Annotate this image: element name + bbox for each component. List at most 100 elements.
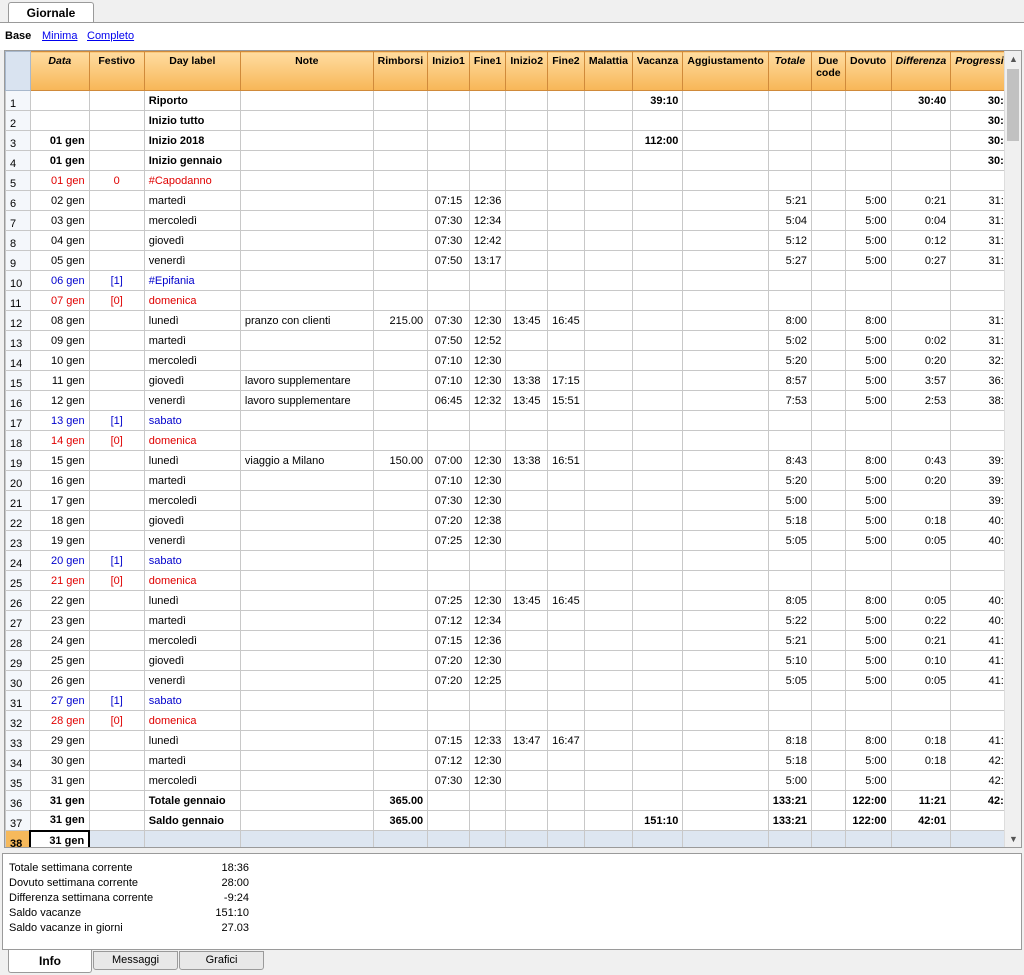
cell-totale[interactable] [767,430,813,451]
cell-fine2[interactable] [547,690,585,711]
cell-fine2[interactable] [547,470,585,491]
cell-totale[interactable] [767,150,813,171]
cell-totale[interactable]: 5:10 [767,650,813,671]
cell-due-code[interactable] [811,510,846,531]
cell-differenza[interactable] [890,690,952,711]
cell-inizio2[interactable] [505,170,549,191]
cell-aggiustamento[interactable] [682,770,769,791]
cell-fine2[interactable] [547,430,585,451]
cell-data[interactable]: 25 gen [29,650,90,671]
cell-fine1[interactable] [468,130,507,151]
cell-totale[interactable]: 8:43 [767,450,813,471]
cell-festivo[interactable]: [0] [88,290,145,311]
cell-aggiustamento[interactable] [682,610,769,631]
cell-rimborsi[interactable] [372,570,429,591]
cell-totale[interactable]: 133:21 [767,790,813,811]
cell-aggiustamento[interactable] [682,750,769,771]
cell-day-label[interactable]: mercoledì [143,350,241,371]
cell-inizio1[interactable] [427,90,470,111]
cell-day-label[interactable]: martedì [143,470,241,491]
cell-data[interactable]: 29 gen [29,730,90,751]
cell-malattia[interactable] [583,770,633,791]
cell-note[interactable] [239,730,374,751]
cell-due-code[interactable] [811,390,846,411]
cell-fine2[interactable] [547,350,585,371]
cell-data[interactable]: 01 gen [29,170,90,191]
table-row[interactable]: 28 24 gen mercoledì 07:15 12:36 5:21 5:00 0:21 4… [5,630,1021,651]
cell-inizio1[interactable]: 07:30 [427,770,470,791]
cell-note[interactable] [239,550,374,571]
cell-aggiustamento[interactable] [682,310,769,331]
cell-inizio2[interactable] [505,510,549,531]
cell-vacanza[interactable]: 151:10 [631,810,684,831]
cell-note[interactable] [239,690,374,711]
cell-data[interactable]: 01 gen [29,150,90,171]
cell-inizio2[interactable] [505,650,549,671]
cell-aggiustamento[interactable] [682,350,769,371]
cell-malattia[interactable] [583,550,633,571]
cell-due-code[interactable] [811,230,846,251]
cell-note[interactable] [239,170,374,191]
cell-differenza[interactable] [890,710,952,731]
cell-aggiustamento[interactable] [682,670,769,691]
cell-dovuto[interactable]: 8:00 [844,590,892,611]
cell-data[interactable]: 31 gen [29,770,90,791]
cell-day-label[interactable]: Inizio 2018 [143,130,241,151]
cell-due-code[interactable] [811,810,846,831]
cell-rimborsi[interactable] [372,370,429,391]
row-number[interactable]: 32 [5,710,31,731]
cell-data[interactable] [29,90,90,111]
cell-inizio2[interactable] [505,670,549,691]
cell-aggiustamento[interactable] [682,730,769,751]
cell-fine2[interactable] [547,250,585,271]
cell-vacanza[interactable] [631,590,684,611]
cell-festivo[interactable]: [1] [88,410,145,431]
row-number[interactable]: 17 [5,410,31,431]
cell-totale[interactable]: 8:18 [767,730,813,751]
cell-dovuto[interactable]: 5:00 [844,350,892,371]
col-header-data[interactable]: Data [29,51,90,91]
cell-aggiustamento[interactable] [682,550,769,571]
cell-due-code[interactable] [811,670,846,691]
col-header-inizio2[interactable]: Inizio2 [505,51,549,91]
cell-fine1[interactable]: 12:42 [468,230,507,251]
cell-differenza[interactable]: 0:10 [890,650,952,671]
row-number[interactable]: 21 [5,490,31,511]
table-row[interactable]: 7 03 gen mercoledì 07:30 12:34 5:04 5:00 0:04 31… [5,210,1021,231]
cell-aggiustamento[interactable] [682,790,769,811]
cell-inizio2[interactable] [505,250,549,271]
cell-fine2[interactable] [547,210,585,231]
cell-differenza[interactable]: 0:18 [890,750,952,771]
cell-fine2[interactable] [547,270,585,291]
cell-due-code[interactable] [811,330,846,351]
cell-differenza[interactable]: 0:21 [890,190,952,211]
table-row[interactable]: 10 06 gen [1] #Epifania [5,270,1021,291]
cell-aggiustamento[interactable] [682,490,769,511]
cell-dovuto[interactable]: 8:00 [844,310,892,331]
cell-data[interactable]: 09 gen [29,330,90,351]
cell-aggiustamento[interactable] [682,110,769,131]
cell-note[interactable] [239,630,374,651]
cell-vacanza[interactable] [631,210,684,231]
cell-festivo[interactable] [88,670,145,691]
cell-inizio2[interactable]: 13:47 [505,730,549,751]
cell-due-code[interactable] [811,110,846,131]
view-base[interactable]: Base [5,30,31,42]
cell-totale[interactable] [767,570,813,591]
cell-malattia[interactable] [583,590,633,611]
table-row[interactable]: 3 01 gen Inizio 2018 112:00 30:40 [5,130,1021,151]
cell-differenza[interactable]: 0:20 [890,470,952,491]
cell-festivo[interactable] [88,790,145,811]
cell-rimborsi[interactable] [372,110,429,131]
cell-due-code[interactable] [811,350,846,371]
cell-festivo[interactable] [88,590,145,611]
cell-fine2[interactable] [547,670,585,691]
cell-totale[interactable] [767,170,813,191]
cell-differenza[interactable] [890,410,952,431]
table-row[interactable]: 5 01 gen 0 #Capodanno [5,170,1021,191]
cell-due-code[interactable] [811,610,846,631]
cell-differenza[interactable]: 0:05 [890,670,952,691]
cell-fine1[interactable]: 12:32 [468,390,507,411]
cell-day-label[interactable]: giovedì [143,650,241,671]
cell-malattia[interactable] [583,250,633,271]
